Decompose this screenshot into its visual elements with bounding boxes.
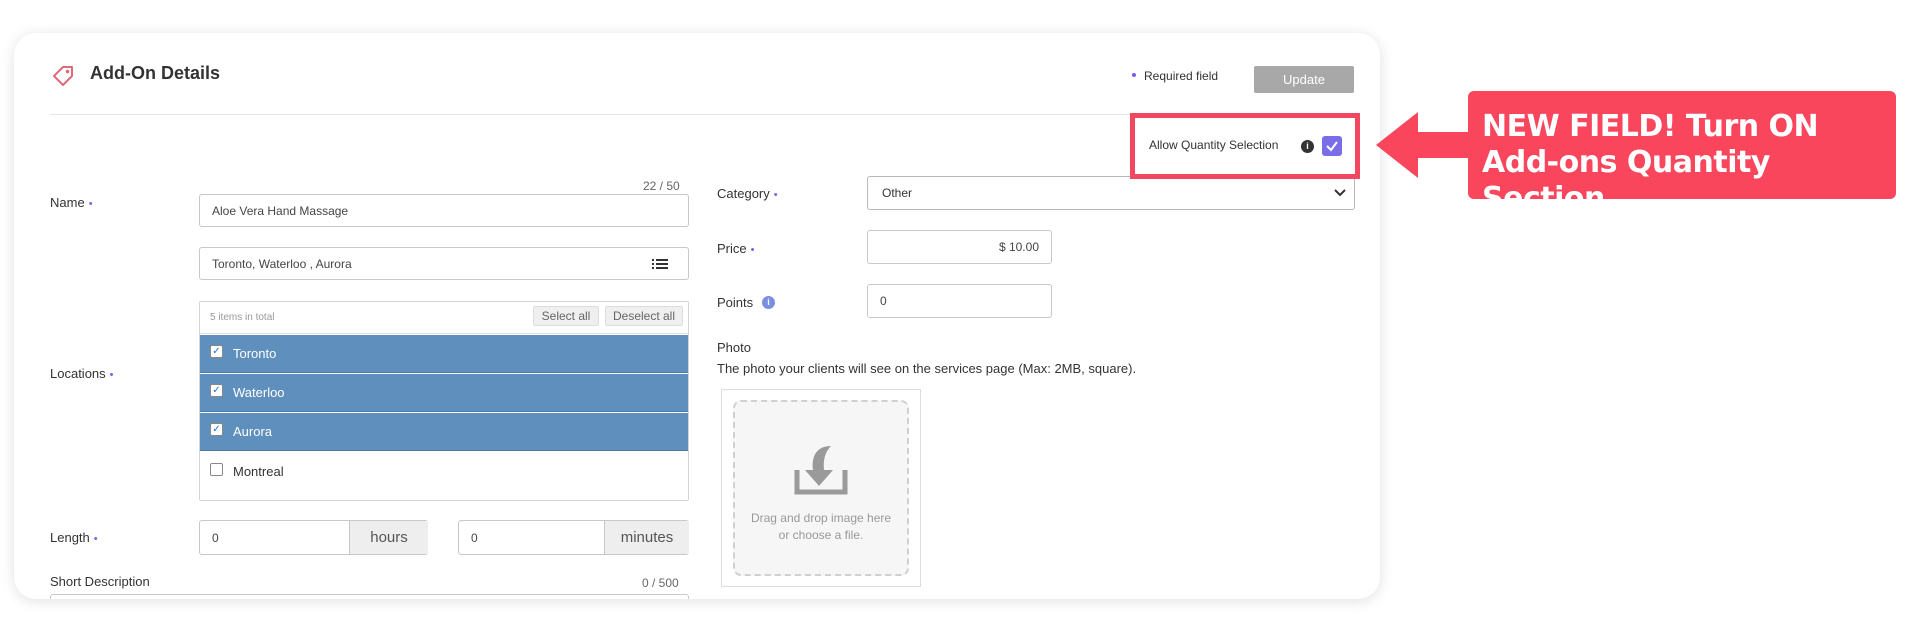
name-counter: 22 / 50 — [643, 179, 680, 193]
category-label: Category • — [717, 186, 778, 201]
location-item-waterloo[interactable]: ✓ Waterloo — [200, 374, 688, 412]
download-tray-icon — [794, 446, 848, 495]
list-icon — [652, 259, 668, 269]
checkmark-icon — [1326, 141, 1338, 152]
length-label: Length • — [50, 530, 98, 545]
price-input[interactable]: $ 10.00 — [867, 230, 1052, 264]
location-item-toronto[interactable]: ✓ Toronto — [200, 335, 688, 373]
minutes-input[interactable]: 0 minutes — [458, 520, 689, 555]
short-description-counter: 0 / 500 — [642, 576, 679, 590]
name-input[interactable]: Aloe Vera Hand Massage — [199, 194, 689, 227]
hours-input[interactable]: 0 hours — [199, 520, 428, 555]
location-label: Montreal — [233, 463, 284, 479]
category-select[interactable]: Other — [867, 176, 1355, 210]
allow-quantity-highlight: Allow Quantity Selection i — [1130, 113, 1360, 179]
choose-file-link[interactable]: or choose a file. — [735, 527, 907, 544]
locations-label: Locations • — [50, 366, 114, 381]
allow-quantity-checkbox[interactable] — [1322, 136, 1342, 156]
name-label: Name • — [50, 195, 93, 210]
points-info-icon[interactable]: i — [762, 296, 775, 309]
update-button[interactable]: Update — [1254, 66, 1354, 93]
photo-drop-area[interactable]: Drag and drop image here or choose a fil… — [733, 400, 909, 576]
callout-line-2: Add-ons Quantity Section — [1482, 145, 1770, 216]
locations-list: 5 items in total Select all Deselect all… — [199, 301, 689, 501]
points-input[interactable]: 0 — [867, 284, 1052, 318]
drop-line-1: Drag and drop image here — [750, 511, 892, 525]
items-total-count: 5 items in total — [210, 312, 275, 323]
location-label: Toronto — [233, 346, 277, 361]
locations-list-header: 5 items in total Select all Deselect all — [200, 302, 688, 334]
chevron-down-icon — [1334, 189, 1346, 197]
photo-help-text: The photo your clients will see on the s… — [717, 361, 1137, 376]
minutes-unit: minutes — [604, 521, 689, 554]
add-on-details-card: Add-On Details Required field Update Nam… — [14, 33, 1380, 599]
info-icon[interactable]: i — [1301, 140, 1314, 153]
new-field-callout: NEW FIELD! Turn ON Add-ons Quantity Sect… — [1468, 91, 1896, 216]
page-title: Add-On Details — [90, 63, 221, 83]
hours-unit: hours — [349, 521, 428, 554]
required-field-note: Required field — [1144, 69, 1219, 83]
locations-summary-field[interactable]: Toronto, Waterloo , Aurora — [199, 247, 689, 280]
location-item-aurora[interactable]: ✓ Aurora — [200, 413, 688, 451]
required-dot — [1132, 73, 1136, 77]
allow-quantity-label: Allow Quantity Selection — [1149, 138, 1279, 152]
location-label: Aurora — [233, 424, 273, 439]
short-description-label: Short Description — [50, 574, 150, 589]
price-label: Price • — [717, 241, 755, 256]
location-item-montreal[interactable]: Montreal — [200, 452, 688, 490]
photo-label: Photo — [717, 340, 751, 355]
callout-line-1: NEW FIELD! Turn ON — [1482, 109, 1819, 144]
checkbox-checked[interactable]: ✓ — [210, 345, 223, 358]
checkbox-checked[interactable]: ✓ — [210, 423, 223, 436]
points-label: Points — [717, 295, 754, 310]
select-all-button[interactable]: Select all — [533, 306, 599, 326]
checkbox-checked[interactable]: ✓ — [210, 384, 223, 397]
callout-arrow-icon — [1376, 112, 1472, 178]
drop-instructions: Drag and drop image here or choose a fil… — [735, 510, 907, 544]
deselect-all-button[interactable]: Deselect all — [605, 306, 683, 326]
location-label: Waterloo — [233, 385, 285, 400]
short-description-input[interactable] — [50, 594, 689, 599]
callout-text: NEW FIELD! Turn ON Add-ons Quantity Sect… — [1482, 109, 1896, 217]
tag-icon — [53, 66, 73, 86]
photo-drop-zone[interactable]: Drag and drop image here or choose a fil… — [721, 389, 921, 587]
checkbox-unchecked[interactable] — [210, 462, 223, 476]
